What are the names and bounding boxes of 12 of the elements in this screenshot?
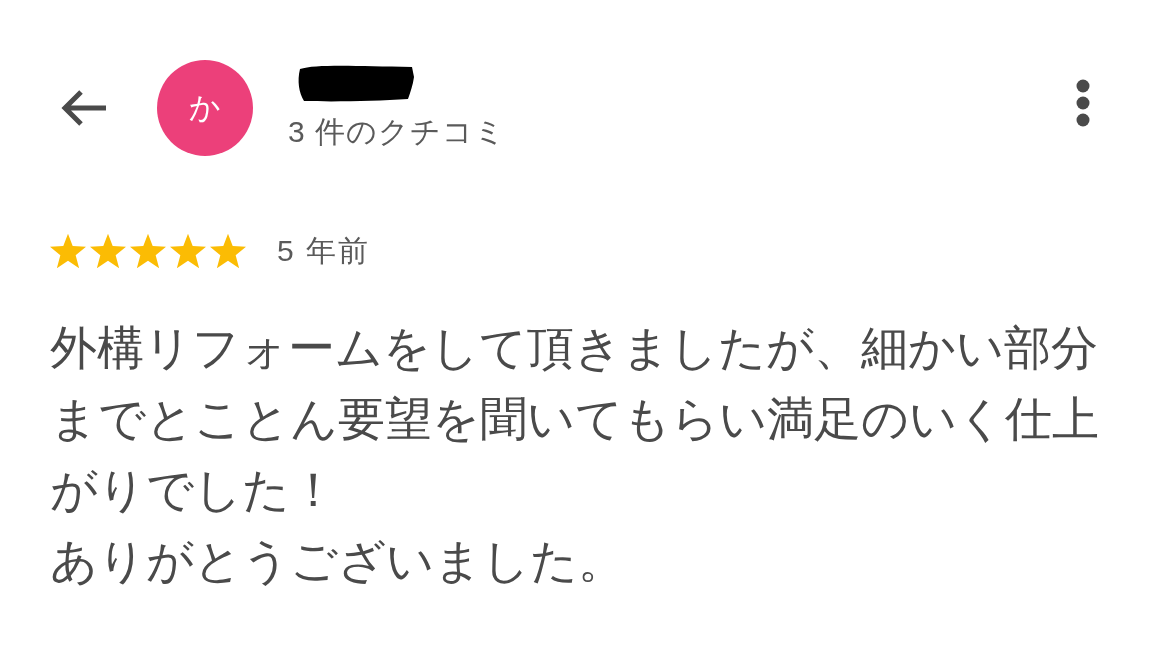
star-icon [89,233,127,269]
avatar: か [157,60,253,156]
back-arrow-icon [60,89,108,127]
review-count: 3 件のクチコミ [288,113,507,150]
star-icon [209,233,247,269]
star-icon [49,233,87,269]
star-icon [169,233,207,269]
review-time: 5 年前 [277,232,371,269]
review-text: ありがとうございました。 [50,534,625,589]
more-vert-icon [1076,79,1090,127]
star-icon [129,233,167,269]
review-text: 外構リフォームをして頂きましたが、細かい部分までとことん要望を聞いてもらい満足のいく仕上がりでした！ [50,321,1100,518]
